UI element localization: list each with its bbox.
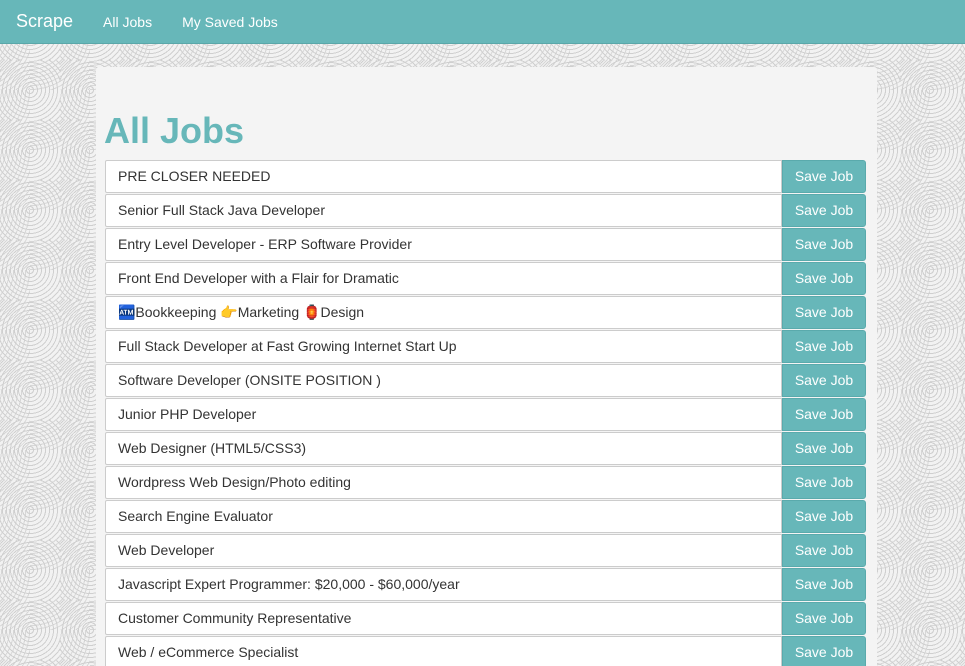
job-row: Full Stack Developer at Fast Growing Int… <box>105 330 867 364</box>
job-row: PRE CLOSER NEEDED Save Job <box>105 160 867 194</box>
brand-link[interactable]: Scrape <box>16 11 73 32</box>
job-title[interactable]: Search Engine Evaluator <box>105 500 782 533</box>
save-job-button[interactable]: Save Job <box>782 432 866 465</box>
save-job-button[interactable]: Save Job <box>782 330 866 363</box>
job-row: Search Engine Evaluator Save Job <box>105 500 867 534</box>
job-title[interactable]: Full Stack Developer at Fast Growing Int… <box>105 330 782 363</box>
save-job-button[interactable]: Save Job <box>782 194 866 227</box>
save-job-button[interactable]: Save Job <box>782 228 866 261</box>
save-job-button[interactable]: Save Job <box>782 296 866 329</box>
save-job-button[interactable]: Save Job <box>782 636 866 666</box>
job-row: Software Developer (ONSITE POSITION ) Sa… <box>105 364 867 398</box>
job-row: Web Developer Save Job <box>105 534 867 568</box>
job-title[interactable]: Junior PHP Developer <box>105 398 782 431</box>
job-title[interactable]: Entry Level Developer - ERP Software Pro… <box>105 228 782 261</box>
job-list: PRE CLOSER NEEDED Save Job Senior Full S… <box>105 160 867 666</box>
save-job-button[interactable]: Save Job <box>782 500 866 533</box>
save-job-button[interactable]: Save Job <box>782 602 866 635</box>
save-job-button[interactable]: Save Job <box>782 568 866 601</box>
top-navbar: Scrape All Jobs My Saved Jobs <box>0 0 965 44</box>
job-title[interactable]: Web Developer <box>105 534 782 567</box>
job-title[interactable]: Front End Developer with a Flair for Dra… <box>105 262 782 295</box>
job-row: Customer Community Representative Save J… <box>105 602 867 636</box>
page-title: All Jobs <box>104 110 245 151</box>
job-row: Web Designer (HTML5/CSS3) Save Job <box>105 432 867 466</box>
job-title[interactable]: Javascript Expert Programmer: $20,000 - … <box>105 568 782 601</box>
nav-all-jobs[interactable]: All Jobs <box>103 14 152 30</box>
save-job-button[interactable]: Save Job <box>782 364 866 397</box>
save-job-button[interactable]: Save Job <box>782 160 866 193</box>
job-row: Web / eCommerce Specialist Save Job <box>105 636 867 666</box>
save-job-button[interactable]: Save Job <box>782 534 866 567</box>
nav-my-saved-jobs[interactable]: My Saved Jobs <box>182 14 278 30</box>
job-title[interactable]: Customer Community Representative <box>105 602 782 635</box>
save-job-button[interactable]: Save Job <box>782 466 866 499</box>
job-row: Junior PHP Developer Save Job <box>105 398 867 432</box>
main-container: All Jobs PRE CLOSER NEEDED Save Job Seni… <box>96 67 877 666</box>
job-title[interactable]: Web Designer (HTML5/CSS3) <box>105 432 782 465</box>
job-row: Javascript Expert Programmer: $20,000 - … <box>105 568 867 602</box>
job-title[interactable]: Software Developer (ONSITE POSITION ) <box>105 364 782 397</box>
job-row: Senior Full Stack Java Developer Save Jo… <box>105 194 867 228</box>
job-row: Wordpress Web Design/Photo editing Save … <box>105 466 867 500</box>
job-row: Entry Level Developer - ERP Software Pro… <box>105 228 867 262</box>
job-title[interactable]: Wordpress Web Design/Photo editing <box>105 466 782 499</box>
job-title[interactable]: 🏧Bookkeeping 👉Marketing 🏮Design <box>105 296 782 329</box>
job-row: 🏧Bookkeeping 👉Marketing 🏮Design Save Job <box>105 296 867 330</box>
save-job-button[interactable]: Save Job <box>782 398 866 431</box>
job-row: Front End Developer with a Flair for Dra… <box>105 262 867 296</box>
job-title[interactable]: PRE CLOSER NEEDED <box>105 160 782 193</box>
job-title[interactable]: Senior Full Stack Java Developer <box>105 194 782 227</box>
save-job-button[interactable]: Save Job <box>782 262 866 295</box>
job-title[interactable]: Web / eCommerce Specialist <box>105 636 782 666</box>
